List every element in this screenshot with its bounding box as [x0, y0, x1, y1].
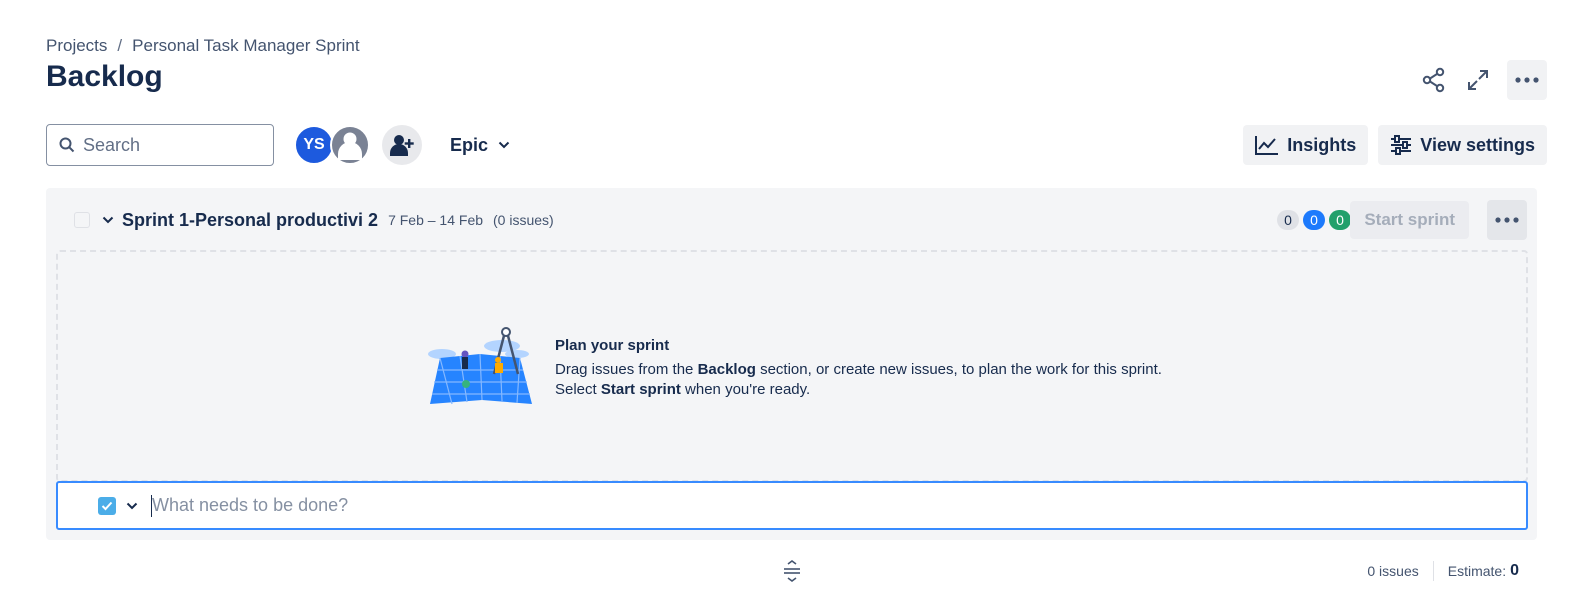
sprint-empty-state: Plan your sprint Drag issues from the Ba… — [56, 250, 1528, 482]
page-title: Backlog — [46, 60, 163, 93]
epic-filter[interactable]: Epic — [450, 135, 510, 156]
epic-label: Epic — [450, 134, 489, 155]
todo-count-badge: 0 — [1277, 210, 1299, 230]
desc-line1-bold: Backlog — [697, 361, 756, 378]
add-person-icon — [390, 135, 414, 156]
toolbar: YS Epic Insights View settings — [46, 123, 1547, 167]
footer-estimate-value: 0 — [1510, 562, 1519, 579]
sprint-container: Sprint 1-Personal productivi 2 7 Feb – 1… — [46, 188, 1537, 540]
avatar-group: YS — [294, 125, 370, 165]
status-badges: 0 0 0 — [1277, 210, 1351, 230]
more-icon — [1515, 77, 1539, 83]
search-icon — [59, 137, 75, 153]
empty-state-title: Plan your sprint — [555, 337, 670, 354]
view-settings-button[interactable]: View settings — [1378, 125, 1547, 165]
footer-divider — [1432, 561, 1434, 581]
chevron-down-icon[interactable] — [102, 216, 114, 224]
sprint-dates: 7 Feb – 14 Feb — [388, 212, 484, 228]
empty-state-description: Drag issues from the Backlog section, or… — [555, 360, 1162, 400]
insights-button[interactable]: Insights — [1243, 125, 1369, 165]
sprint-header: Sprint 1-Personal productivi 2 7 Feb – 1… — [46, 200, 1537, 240]
desc-line2-pre: Select — [555, 381, 601, 398]
more-actions-button[interactable] — [1507, 60, 1547, 100]
in-progress-count-badge: 0 — [1303, 210, 1325, 230]
insights-label: Insights — [1287, 134, 1357, 155]
desc-line1-post: section, or create new issues, to plan t… — [755, 361, 1162, 378]
insights-icon — [1255, 136, 1279, 155]
footer-issue-count: 0 issues — [1367, 563, 1419, 579]
task-type-icon[interactable] — [98, 496, 116, 515]
footer-stats: 0 issues Estimate: 0 — [1367, 561, 1519, 581]
expand-icon[interactable] — [1463, 65, 1493, 95]
empty-state-text: Plan your sprint Drag issues from the Ba… — [555, 337, 1162, 400]
add-people-button[interactable] — [382, 125, 422, 165]
search-input[interactable] — [83, 134, 253, 156]
start-sprint-button[interactable]: Start sprint — [1350, 201, 1469, 239]
plan-sprint-illustration — [428, 327, 532, 405]
desc-line2-post: when you're ready. — [680, 381, 811, 398]
create-issue-input[interactable] — [152, 495, 1052, 516]
sprint-more-button[interactable] — [1487, 200, 1527, 240]
avatar-unassigned[interactable] — [330, 125, 370, 165]
header-actions — [1419, 60, 1547, 100]
share-icon[interactable] — [1419, 65, 1449, 95]
view-settings-label: View settings — [1420, 134, 1535, 155]
person-icon — [338, 132, 362, 160]
chevron-down-icon[interactable] — [126, 502, 138, 510]
sprint-issue-count: (0 issues) — [493, 212, 554, 228]
resize-handle-icon[interactable] — [780, 559, 804, 583]
backlog-footer: 0 issues Estimate: 0 — [0, 555, 1577, 589]
sliders-icon — [1391, 135, 1412, 155]
breadcrumb-project-name[interactable]: Personal Task Manager Sprint — [132, 36, 359, 56]
avatar-ys[interactable]: YS — [294, 125, 334, 165]
search-box[interactable] — [46, 124, 274, 166]
desc-line2-bold: Start sprint — [600, 381, 681, 398]
breadcrumb-projects[interactable]: Projects — [46, 36, 107, 56]
done-count-badge: 0 — [1329, 210, 1351, 230]
chevron-down-icon — [498, 141, 510, 149]
sprint-select-checkbox[interactable] — [74, 212, 90, 228]
more-icon — [1495, 217, 1519, 223]
desc-line1-pre: Drag issues from the — [555, 361, 698, 378]
sprint-name[interactable]: Sprint 1-Personal productivi 2 — [122, 210, 378, 231]
breadcrumb: Projects / Personal Task Manager Sprint — [46, 36, 360, 56]
footer-estimate-label: Estimate: — [1447, 563, 1507, 579]
create-issue-row — [56, 481, 1528, 530]
breadcrumb-separator: / — [117, 36, 123, 55]
